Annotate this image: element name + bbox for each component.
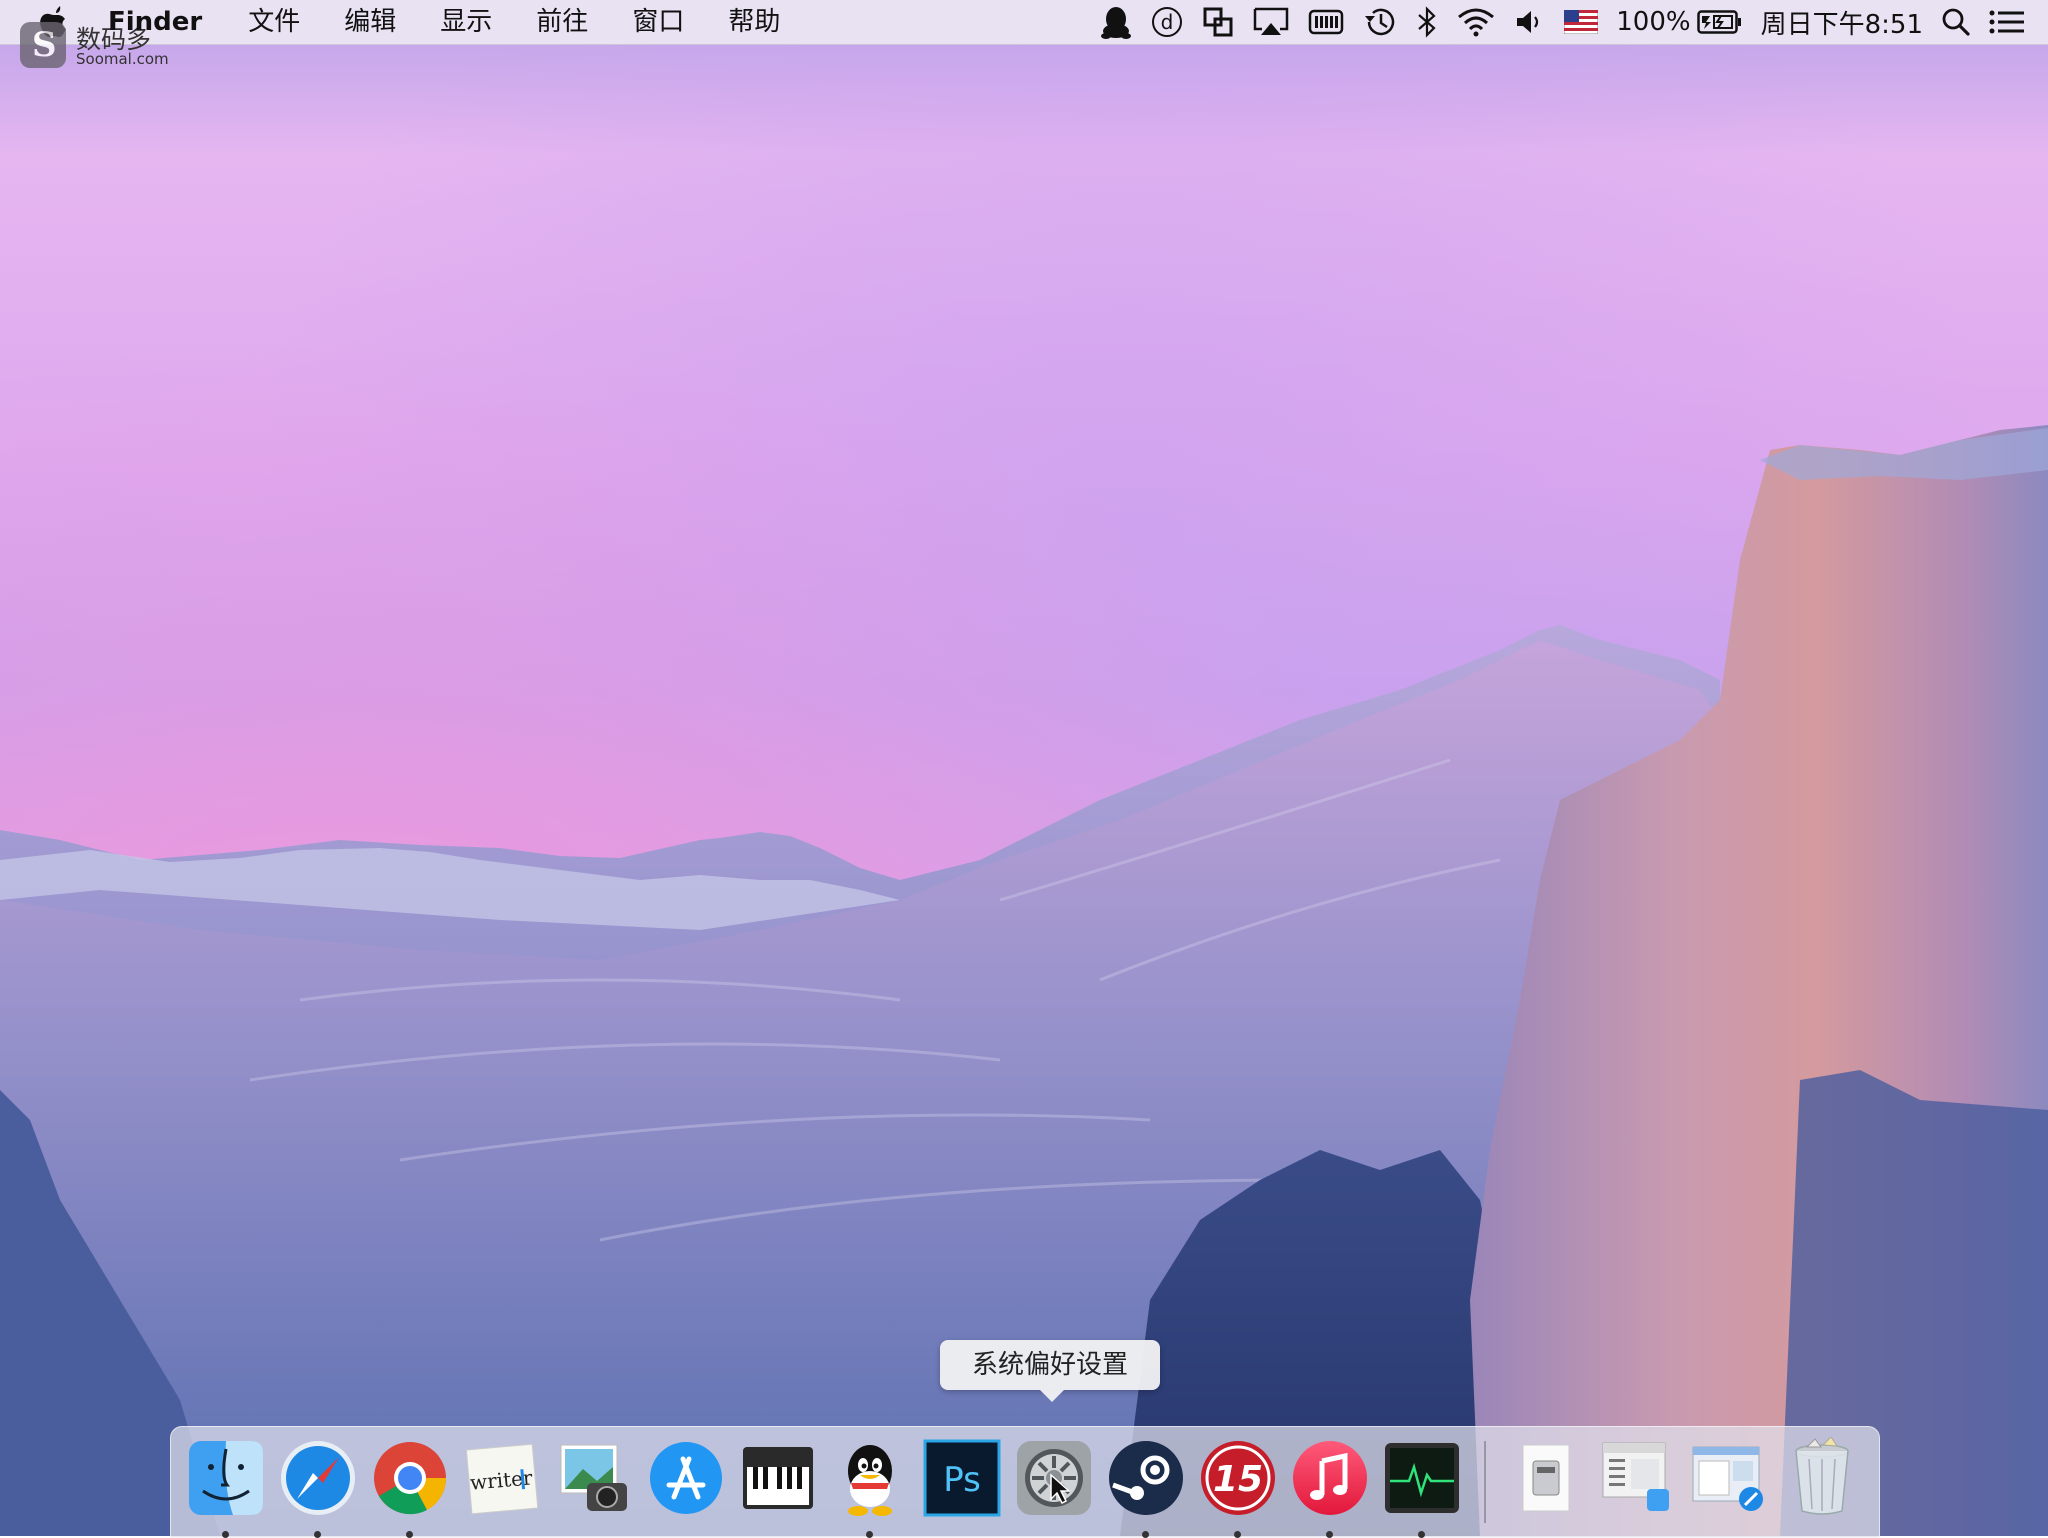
dock-trash[interactable] xyxy=(1781,1437,1863,1519)
d-icon: d xyxy=(1152,7,1183,37)
dock-safari[interactable] xyxy=(277,1437,359,1538)
activity-monitor-icon xyxy=(1385,1443,1459,1513)
dock-piano[interactable] xyxy=(737,1437,819,1519)
qq-icon xyxy=(1101,7,1132,39)
writer-icon: writer xyxy=(465,1443,539,1515)
desktop-wallpaper xyxy=(0,0,2048,1536)
qq-status-item[interactable] xyxy=(1100,0,1132,44)
menu-bar: 数码多 Soomal.com Finder 文件 编辑 显示 前往 窗口 帮助 … xyxy=(0,0,2048,68)
notification-center-status-item[interactable] xyxy=(1989,0,2025,44)
dock-steam[interactable] xyxy=(1105,1437,1187,1538)
photoshop-label: Ps xyxy=(943,1460,981,1500)
d-status-item[interactable]: d xyxy=(1150,0,1184,44)
volume-status-item[interactable] xyxy=(1514,0,1546,44)
dock-app-store[interactable] xyxy=(645,1437,727,1519)
screen-share-status-item[interactable] xyxy=(1202,0,1234,44)
input-source-status-item[interactable] xyxy=(1564,0,1599,44)
applications-stack-icon xyxy=(1522,1444,1570,1512)
dock-fifteen[interactable]: 15 xyxy=(1197,1437,1279,1538)
status-menus: d 100% 周日下午8:51 xyxy=(1091,0,2034,44)
running-indicator xyxy=(1234,1531,1241,1538)
dock-applications-stack[interactable] xyxy=(1505,1437,1587,1519)
running-indicator xyxy=(1142,1531,1149,1538)
clock: 周日下午8:51 xyxy=(1760,9,1923,40)
downloads-stack-icon xyxy=(1692,1446,1763,1511)
svg-text:d: d xyxy=(1161,10,1174,34)
menu-edit[interactable]: 编辑 xyxy=(322,0,418,44)
dock-separator xyxy=(1484,1441,1486,1523)
dock-qq[interactable] xyxy=(829,1437,911,1538)
memory-status-item[interactable] xyxy=(1308,0,1344,44)
dock-image-capture[interactable] xyxy=(553,1437,635,1519)
fifteen-icon: 15 xyxy=(1201,1441,1275,1515)
volume-icon xyxy=(1517,11,1539,33)
dock-writer[interactable]: writer xyxy=(461,1437,543,1519)
chrome-icon xyxy=(374,1442,447,1515)
notification-center-icon xyxy=(1989,10,2024,34)
documents-stack-icon xyxy=(1602,1442,1669,1511)
dock-activity-monitor[interactable] xyxy=(1381,1437,1463,1538)
dock-photoshop[interactable]: Ps xyxy=(921,1437,1003,1519)
safari-icon xyxy=(281,1441,355,1515)
steam-icon xyxy=(1109,1441,1183,1515)
time-machine-status-item[interactable] xyxy=(1362,0,1398,44)
system-preferences-icon xyxy=(1017,1441,1091,1515)
app-store-icon xyxy=(650,1442,722,1514)
us-flag-icon xyxy=(1564,10,1599,34)
time-machine-icon xyxy=(1365,8,1395,36)
running-indicator xyxy=(222,1531,229,1538)
battery-percent: 100% xyxy=(1616,7,1691,37)
memory-icon xyxy=(1309,9,1344,35)
clock-status-item[interactable]: 周日下午8:51 xyxy=(1761,0,1923,44)
photoshop-icon: Ps xyxy=(923,1439,1001,1517)
dock-downloads-stack[interactable] xyxy=(1689,1437,1771,1519)
spotlight-status-item[interactable] xyxy=(1941,0,1971,44)
menu-go[interactable]: 前往 xyxy=(514,0,610,44)
dock-tooltip: 系统偏好设置 xyxy=(940,1340,1160,1402)
fifteen-label: 15 xyxy=(1213,1459,1263,1500)
app-menus: Finder 文件 编辑 显示 前往 窗口 帮助 xyxy=(108,0,802,44)
bluetooth-status-item[interactable] xyxy=(1416,0,1438,44)
dock-chrome[interactable] xyxy=(369,1437,451,1538)
running-indicator xyxy=(1326,1531,1333,1538)
running-indicator xyxy=(314,1531,321,1538)
screen-share-icon xyxy=(1203,7,1233,37)
trash-icon xyxy=(1795,1437,1849,1515)
running-indicator xyxy=(1418,1531,1425,1538)
piano-icon xyxy=(743,1447,813,1509)
dock-finder[interactable] xyxy=(185,1437,267,1538)
dock-system-preferences[interactable] xyxy=(1013,1437,1095,1519)
dock-itunes[interactable] xyxy=(1289,1437,1371,1538)
battery-icon xyxy=(1696,10,1741,34)
running-indicator xyxy=(866,1531,873,1538)
wifi-status-item[interactable] xyxy=(1456,0,1496,44)
airplay-status-item[interactable] xyxy=(1252,0,1290,44)
soomal-logo xyxy=(20,22,66,68)
dock: writer Ps 15 xyxy=(170,1426,1880,1538)
menu-app-finder[interactable]: Finder xyxy=(108,0,226,44)
menu-help[interactable]: 帮助 xyxy=(706,0,802,44)
bluetooth-icon xyxy=(1418,6,1436,38)
qq-app-icon xyxy=(848,1445,892,1516)
menu-window[interactable]: 窗口 xyxy=(610,0,706,44)
watermark-english: Soomal.com xyxy=(76,50,169,68)
spotlight-icon xyxy=(1942,8,1970,36)
wifi-icon xyxy=(1458,8,1495,37)
menu-view[interactable]: 显示 xyxy=(418,0,514,44)
image-capture-icon xyxy=(560,1444,627,1511)
menu-file[interactable]: 文件 xyxy=(226,0,322,44)
finder-icon xyxy=(189,1441,263,1515)
airplay-icon xyxy=(1254,7,1289,35)
itunes-icon xyxy=(1293,1441,1367,1515)
dock-documents-stack[interactable] xyxy=(1597,1437,1679,1519)
running-indicator xyxy=(406,1531,413,1538)
battery-status-item[interactable]: 100% xyxy=(1616,0,1742,44)
